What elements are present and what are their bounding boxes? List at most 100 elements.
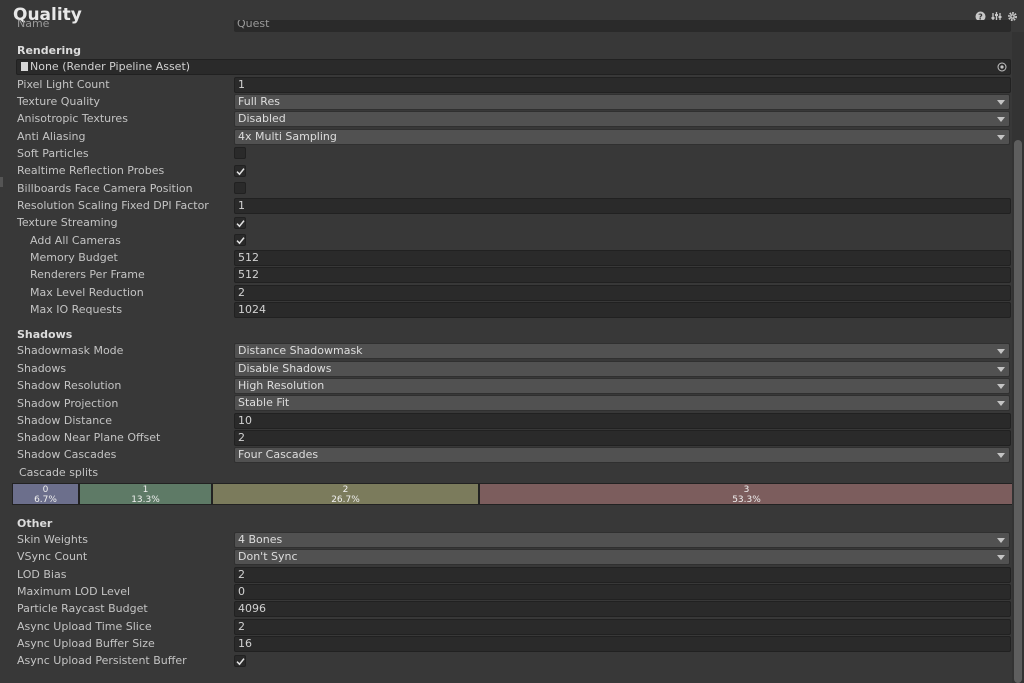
max-io-requests-label: Max IO Requests — [30, 303, 123, 316]
cascade-split-index: 1 — [142, 485, 149, 495]
shadow-projection-dropdown[interactable]: Stable Fit — [234, 395, 1010, 411]
memory-budget-field[interactable]: 512 — [234, 250, 1011, 266]
shadow-distance-field[interactable]: 10 — [234, 413, 1011, 429]
cascade-split-index: 3 — [743, 485, 750, 495]
maximum-lod-level-label: Maximum LOD Level — [17, 585, 131, 598]
shadowmask-mode-value: Distance Shadowmask — [238, 344, 363, 357]
file-icon — [21, 62, 28, 71]
skin-weights-label: Skin Weights — [17, 533, 88, 546]
name-field[interactable] — [234, 20, 1011, 32]
anisotropic-textures-dropdown[interactable]: Disabled — [234, 111, 1010, 127]
anti-aliasing-label: Anti Aliasing — [17, 130, 86, 143]
max-level-reduction-label: Max Level Reduction — [30, 286, 144, 299]
cascade-split-index: 0 — [42, 485, 49, 495]
shadows-label: Shadows — [17, 362, 67, 375]
async-upload-buffer-size-label: Async Upload Buffer Size — [17, 637, 155, 650]
cascade-split-segment[interactable]: 0 6.7% — [13, 484, 80, 505]
cascade-split-segment[interactable]: 2 26.7% — [213, 484, 480, 505]
chevron-down-icon — [997, 135, 1005, 140]
rendering-header: Rendering — [17, 44, 81, 57]
max-io-requests-field[interactable]: 1024 — [234, 302, 1011, 318]
anti-aliasing-dropdown[interactable]: 4x Multi Sampling — [234, 129, 1010, 145]
shadow-cascades-label: Shadow Cascades — [17, 448, 117, 461]
vsync-count-label: VSync Count — [17, 550, 88, 563]
name-label: Name — [17, 20, 50, 30]
chevron-down-icon — [997, 384, 1005, 389]
texture-streaming-label: Texture Streaming — [17, 216, 118, 229]
async-upload-time-slice-label: Async Upload Time Slice — [17, 620, 152, 633]
billboards-face-camera-label: Billboards Face Camera Position — [17, 182, 193, 195]
cascade-split-percent: 53.3% — [732, 495, 761, 505]
texture-streaming-checkbox[interactable] — [234, 217, 246, 229]
cascade-splits-bar: 0 6.7% 1 13.3% 2 26.7% 3 53.3% — [12, 483, 1014, 505]
soft-particles-checkbox[interactable] — [234, 147, 246, 159]
renderers-per-frame-field[interactable]: 512 — [234, 267, 1011, 283]
renderers-per-frame-label: Renderers Per Frame — [30, 268, 145, 281]
shadowmask-mode-label: Shadowmask Mode — [17, 344, 124, 357]
pixel-light-count-label: Pixel Light Count — [17, 78, 110, 91]
vsync-count-value: Don't Sync — [238, 550, 298, 563]
checkmark-icon — [236, 168, 245, 176]
cascade-split-segment[interactable]: 3 53.3% — [480, 484, 1013, 505]
object-picker-icon[interactable] — [997, 62, 1007, 72]
shadowmask-mode-dropdown[interactable]: Distance Shadowmask — [234, 343, 1010, 359]
vsync-count-dropdown[interactable]: Don't Sync — [234, 549, 1010, 565]
scrollbar-thumb[interactable] — [1014, 140, 1022, 683]
shadow-distance-label: Shadow Distance — [17, 414, 112, 427]
realtime-reflection-probes-checkbox[interactable] — [234, 165, 246, 177]
max-level-reduction-field[interactable]: 2 — [234, 285, 1011, 301]
add-all-cameras-checkbox[interactable] — [234, 234, 246, 246]
async-upload-persistent-buffer-label: Async Upload Persistent Buffer — [17, 654, 187, 667]
shadow-cascades-dropdown[interactable]: Four Cascades — [234, 447, 1010, 463]
chevron-down-icon — [997, 349, 1005, 354]
resolution-scaling-label: Resolution Scaling Fixed DPI Factor — [17, 199, 209, 212]
anisotropic-textures-value: Disabled — [238, 112, 286, 125]
shadows-value: Disable Shadows — [238, 362, 332, 375]
cascade-split-index: 2 — [342, 485, 349, 495]
vertical-scrollbar[interactable] — [1012, 32, 1024, 683]
chevron-down-icon — [997, 555, 1005, 560]
shadow-cascades-value: Four Cascades — [238, 448, 319, 461]
lod-bias-label: LOD Bias — [17, 568, 67, 581]
add-all-cameras-label: Add All Cameras — [30, 234, 121, 247]
render-pipeline-asset-value: None (Render Pipeline Asset) — [30, 60, 191, 73]
cascade-split-percent: 6.7% — [34, 495, 57, 505]
particle-raycast-budget-field[interactable]: 4096 — [234, 601, 1011, 617]
shadows-dropdown[interactable]: Disable Shadows — [234, 361, 1010, 377]
render-pipeline-asset-field[interactable]: None (Render Pipeline Asset) — [16, 59, 1011, 75]
cascade-splits-label: Cascade splits — [19, 466, 99, 479]
pixel-light-count-field[interactable]: 1 — [234, 77, 1011, 93]
panel-resize-handle[interactable] — [0, 177, 3, 187]
chevron-down-icon — [997, 100, 1005, 105]
anisotropic-textures-label: Anisotropic Textures — [17, 112, 128, 125]
shadows-header: Shadows — [17, 328, 73, 341]
texture-quality-dropdown[interactable]: Full Res — [234, 94, 1010, 110]
skin-weights-value: 4 Bones — [238, 533, 283, 546]
shadow-resolution-value: High Resolution — [238, 379, 325, 392]
shadow-resolution-label: Shadow Resolution — [17, 379, 122, 392]
async-upload-persistent-buffer-checkbox[interactable] — [234, 655, 246, 667]
name-row: Name Quest — [0, 20, 1012, 32]
chevron-down-icon — [997, 117, 1005, 122]
checkmark-icon — [236, 237, 245, 245]
shadow-projection-value: Stable Fit — [238, 396, 290, 409]
shadow-resolution-dropdown[interactable]: High Resolution — [234, 378, 1010, 394]
soft-particles-label: Soft Particles — [17, 147, 89, 160]
billboards-face-camera-checkbox[interactable] — [234, 182, 246, 194]
cascade-split-segment[interactable]: 1 13.3% — [80, 484, 213, 505]
texture-quality-value: Full Res — [238, 95, 280, 108]
shadow-near-plane-offset-label: Shadow Near Plane Offset — [17, 431, 161, 444]
checkmark-icon — [236, 658, 245, 666]
chevron-down-icon — [997, 453, 1005, 458]
maximum-lod-level-field[interactable]: 0 — [234, 584, 1011, 600]
shadow-near-plane-offset-field[interactable]: 2 — [234, 430, 1011, 446]
realtime-reflection-probes-label: Realtime Reflection Probes — [17, 164, 165, 177]
checkmark-icon — [236, 220, 245, 228]
resolution-scaling-field[interactable]: 1 — [234, 198, 1011, 214]
async-upload-time-slice-field[interactable]: 2 — [234, 619, 1011, 635]
chevron-down-icon — [997, 367, 1005, 372]
skin-weights-dropdown[interactable]: 4 Bones — [234, 532, 1010, 548]
lod-bias-field[interactable]: 2 — [234, 567, 1011, 583]
async-upload-buffer-size-field[interactable]: 16 — [234, 636, 1011, 652]
chevron-down-icon — [997, 401, 1005, 406]
